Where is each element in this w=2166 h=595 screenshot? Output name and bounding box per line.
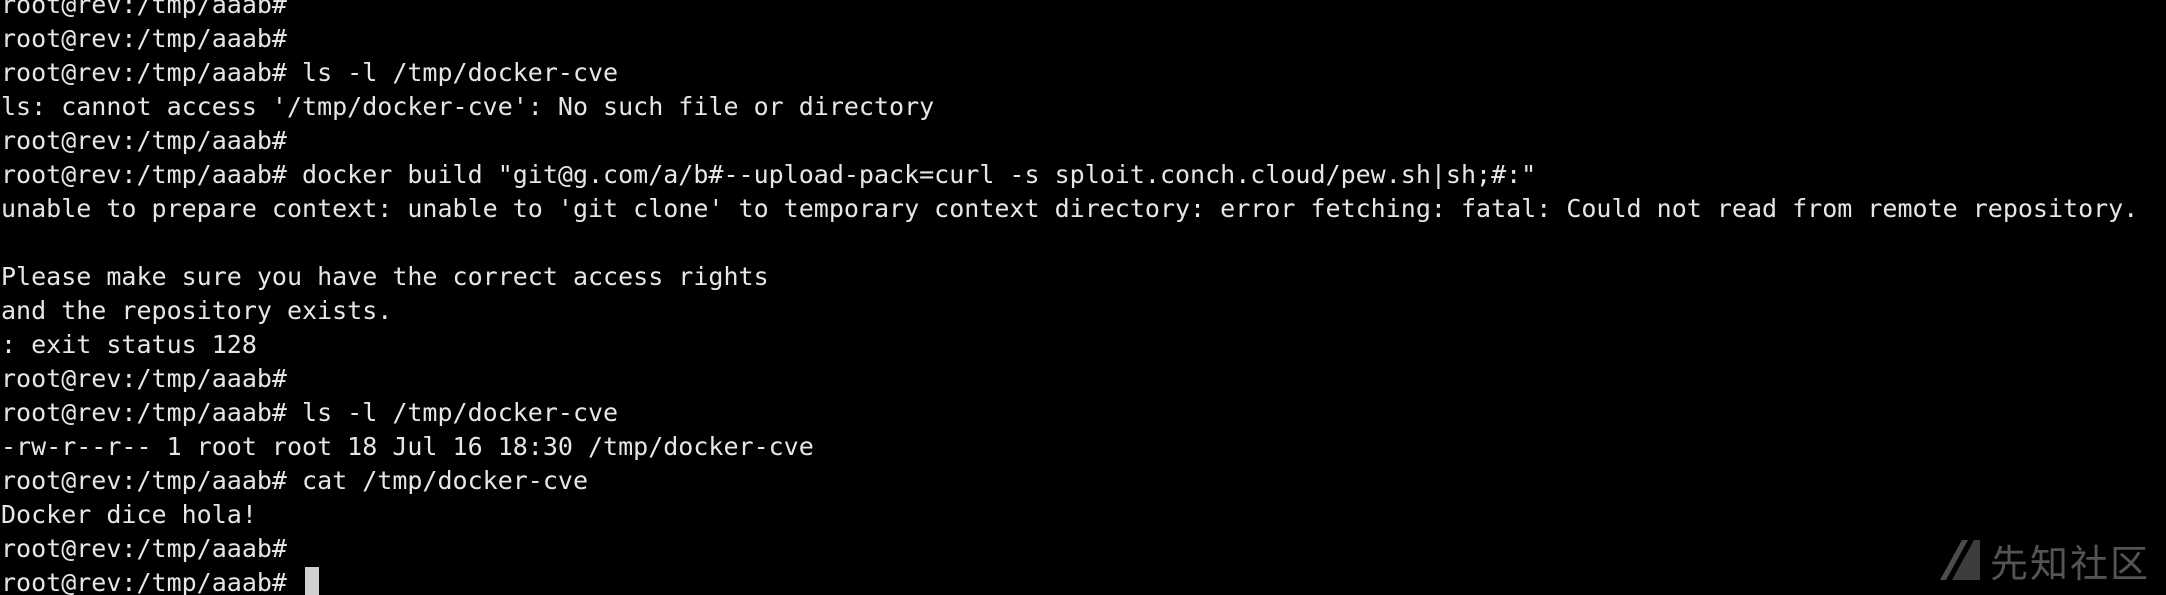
- terminal-line: ls: cannot access '/tmp/docker-cve': No …: [1, 92, 935, 121]
- terminal-prompt: root@rev:/tmp/aaab#: [1, 568, 303, 595]
- terminal-line: root@rev:/tmp/aaab#: [1, 126, 303, 155]
- xianzhi-logo-icon: [1939, 540, 1980, 580]
- terminal-window[interactable]: root@rev:/tmp/aaab# root@rev:/tmp/aaab# …: [0, 0, 2166, 595]
- terminal-line: root@rev:/tmp/aaab# ls -l /tmp/docker-cv…: [1, 398, 619, 427]
- watermark: 先知社区: [1938, 535, 2150, 586]
- terminal-line: Docker dice hola!: [1, 500, 257, 529]
- terminal-line: and the repository exists.: [1, 296, 393, 325]
- terminal-line: root@rev:/tmp/aaab# ls -l /tmp/docker-cv…: [1, 58, 619, 87]
- terminal-line: Please make sure you have the correct ac…: [1, 262, 769, 291]
- block-cursor-icon: [305, 567, 320, 595]
- terminal-line: -rw-r--r-- 1 root root 18 Jul 16 18:30 /…: [1, 432, 814, 461]
- terminal-output: root@rev:/tmp/aaab# root@rev:/tmp/aaab# …: [1, 0, 2138, 595]
- terminal-line: root@rev:/tmp/aaab#: [1, 534, 303, 563]
- terminal-line: : exit status 128: [1, 330, 257, 359]
- terminal-line: root@rev:/tmp/aaab#: [1, 24, 303, 53]
- terminal-line: root@rev:/tmp/aaab# cat /tmp/docker-cve: [1, 466, 588, 495]
- terminal-line: unable to prepare context: unable to 'gi…: [1, 194, 2139, 223]
- watermark-text: 先知社区: [1989, 541, 2150, 586]
- terminal-line: root@rev:/tmp/aaab# docker build "git@g.…: [1, 160, 1537, 189]
- terminal-line: root@rev:/tmp/aaab#: [1, 364, 303, 393]
- terminal-prompt-line[interactable]: root@rev:/tmp/aaab#: [1, 566, 2138, 595]
- terminal-line: root@rev:/tmp/aaab#: [1, 0, 303, 19]
